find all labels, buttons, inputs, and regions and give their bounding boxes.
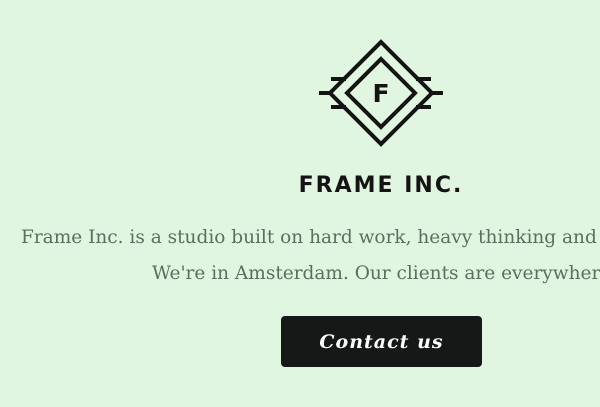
logo-monogram: F [372, 79, 389, 108]
intro-text: Frame Inc. is a studio built on hard wor… [0, 220, 600, 292]
frame-diamond-logo-icon: F [316, 38, 446, 148]
intro-line-2: We're in Amsterdam. Our clients are ever… [152, 263, 600, 284]
brand-name: FRAME INC. [298, 173, 464, 198]
hero-section: F FRAME INC. Frame Inc. is a studio buil… [0, 0, 600, 407]
contact-us-button[interactable]: Contact us [281, 316, 482, 367]
intro-line-1: Frame Inc. is a studio built on hard wor… [21, 227, 600, 248]
